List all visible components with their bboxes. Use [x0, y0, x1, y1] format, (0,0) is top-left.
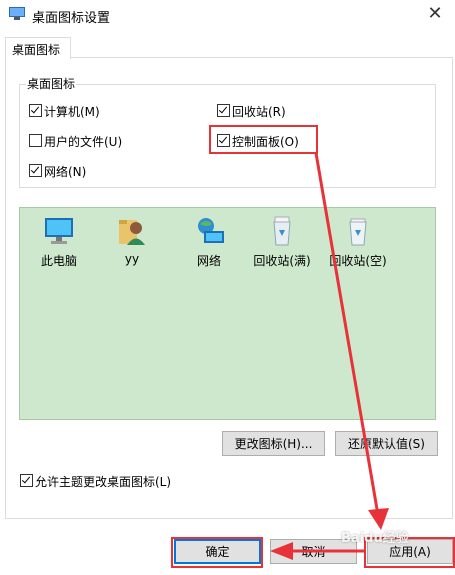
computer-icon — [45, 218, 73, 244]
tab-label: 桌面图标 — [12, 43, 61, 57]
preview-item-recycle-empty[interactable]: 回收站(空) — [323, 216, 393, 276]
recycle-bin-empty-icon — [349, 218, 367, 246]
close-icon: ✕ — [427, 3, 443, 24]
checkbox-label: 计算机(M) — [44, 105, 100, 119]
checkbox-box[interactable] — [29, 104, 42, 117]
checkbox-box[interactable] — [29, 164, 42, 177]
checkbox-box[interactable] — [29, 134, 42, 147]
title-bar: 桌面图标设置 ✕ — [0, 0, 455, 30]
checkbox-label: 允许主题更改桌面图标(L) — [35, 475, 172, 489]
highlight-control-panel — [209, 125, 318, 154]
tab-desktop-icons[interactable]: 桌面图标 — [5, 37, 71, 59]
user-folder-icon — [119, 220, 145, 245]
change-icon-button[interactable]: 更改图标(H)... — [222, 431, 325, 456]
restore-default-button[interactable]: 还原默认值(S) — [335, 431, 438, 456]
preview-item-label: 回收站(空) — [329, 254, 387, 268]
preview-item-network[interactable]: 网络 — [174, 216, 244, 276]
checkbox-label: 回收站(R) — [232, 105, 286, 119]
highlight-ok-button — [171, 537, 263, 568]
preview-item-label: yy — [124, 252, 140, 266]
checkbox-box[interactable] — [20, 474, 33, 487]
window-title: 桌面图标设置 — [32, 11, 111, 26]
group-label: 桌面图标 — [26, 75, 77, 92]
watermark: Baidu经验 — [341, 531, 409, 546]
checkbox-label: 网络(N) — [44, 165, 87, 179]
preview-item-recycle-full[interactable]: 回收站(满) — [247, 216, 317, 276]
checkbox-box[interactable] — [217, 104, 230, 117]
icon-preview-area: 此电脑 yy 网络 回收站(满) 回收站(空) — [19, 207, 436, 420]
preview-item-computer[interactable]: 此电脑 — [24, 216, 94, 276]
preview-item-label: 此电脑 — [40, 254, 77, 268]
preview-item-label: 网络 — [196, 254, 221, 268]
network-icon — [198, 218, 224, 243]
preview-item-user[interactable]: yy — [97, 216, 167, 276]
checkbox-label: 用户的文件(U) — [44, 135, 123, 149]
close-button[interactable]: ✕ — [415, 0, 455, 30]
preview-item-label: 回收站(满) — [253, 254, 311, 268]
desktop-settings-icon — [9, 7, 25, 20]
recycle-bin-full-icon — [273, 216, 291, 246]
